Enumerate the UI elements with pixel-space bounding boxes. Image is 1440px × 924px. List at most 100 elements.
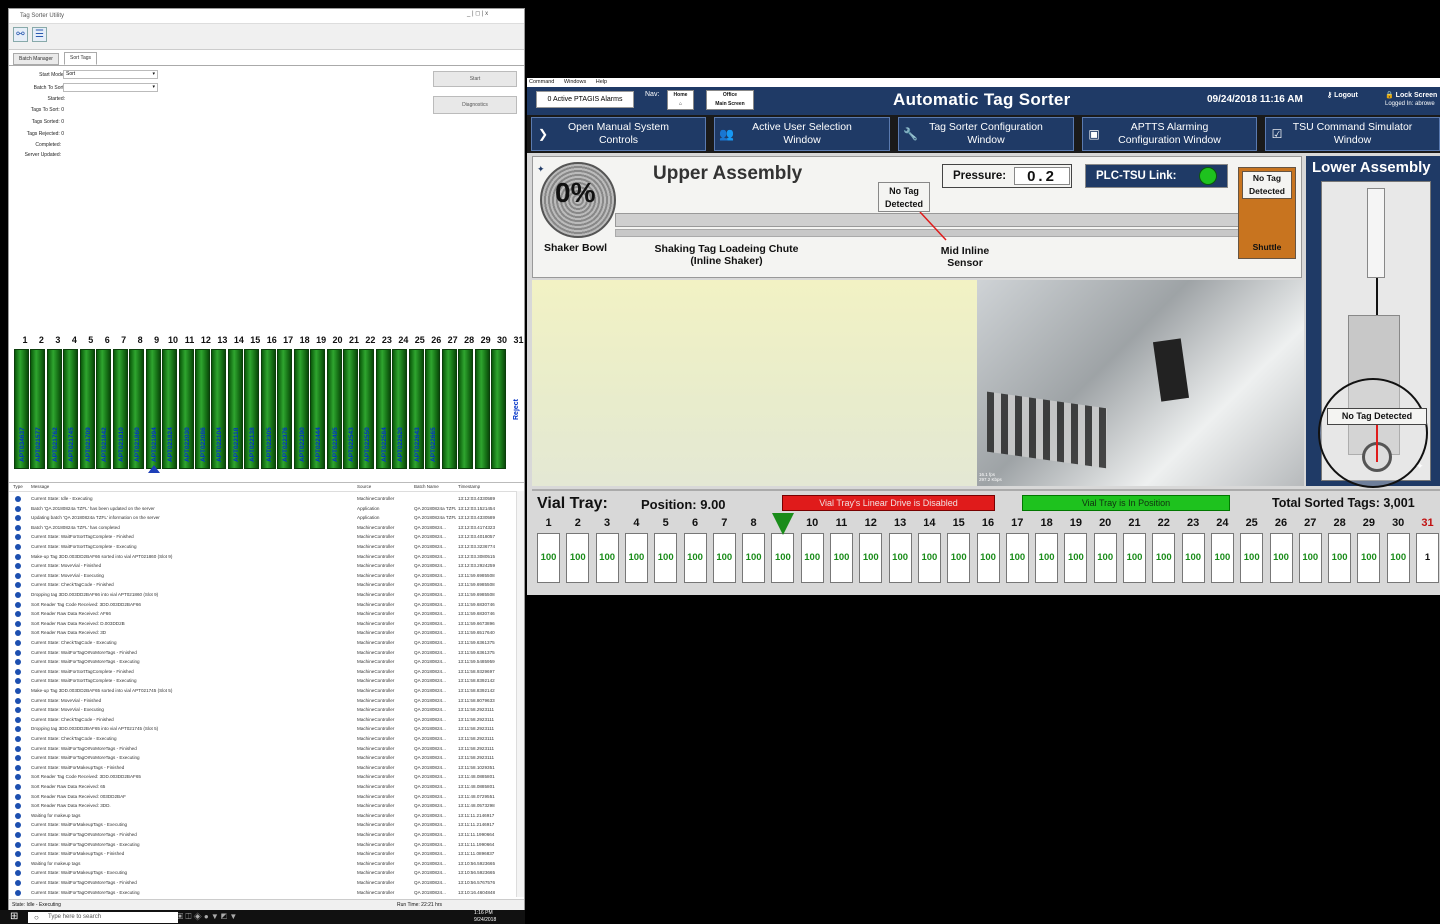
log-row[interactable]: Updating batch 'QA 20180824a TZFL' infor… (9, 513, 517, 523)
tray-slot-count[interactable]: 100 (624, 533, 648, 583)
tray-slot-count[interactable]: 100 (1035, 533, 1059, 583)
start-mode-select[interactable]: Sort ▾ (63, 70, 158, 79)
vial-tube[interactable]: APT022118 (227, 349, 243, 469)
tray-slot-count[interactable]: 100 (712, 533, 736, 583)
vial-tube[interactable]: APT022543 (343, 349, 358, 469)
menu-windows[interactable]: Windows (564, 79, 586, 85)
tray-slot-count[interactable]: 100 (742, 533, 766, 583)
vial-tube[interactable] (474, 349, 490, 469)
log-row[interactable]: Waiting for makeup tags MachineController… (9, 811, 517, 821)
col-type[interactable]: Type (13, 483, 23, 491)
vial-tube[interactable]: APT021842 (96, 349, 112, 469)
window-controls[interactable]: _ | ◻ | x (467, 10, 488, 17)
tray-slot-count[interactable]: 1 (1416, 533, 1439, 583)
tray-slot-count[interactable]: 100 (566, 533, 590, 583)
log-row[interactable]: Current State: WaitForSortTagComplete - … (9, 532, 517, 542)
log-row[interactable]: Batch 'QA 20180824a TZFL' has completed M… (9, 523, 517, 533)
tray-slot-count[interactable]: 100 (1181, 533, 1205, 583)
active-alarms-button[interactable]: 0 Active PTAGIS Alarms (536, 91, 634, 108)
log-row[interactable]: Current State: WaitForTagOrNoMoreTags - … (9, 878, 517, 888)
log-row[interactable]: Dropping tag 3DD.003DD2BAF66 into vial A… (9, 590, 517, 600)
vial-tube[interactable]: APT021709 (79, 349, 95, 469)
tray-slot-count[interactable]: 100 (1328, 533, 1352, 583)
vial-tube[interactable]: APT022104 (211, 349, 227, 469)
connect-icon[interactable]: ⚯ (13, 27, 28, 42)
open-manual-controls-button[interactable]: ❯ Open Manual System Controls (531, 117, 706, 151)
tab-sort-tags[interactable]: Sort Tags (64, 52, 98, 65)
taskbar-search[interactable]: ○ Type here to search (28, 912, 178, 923)
vial-tube[interactable]: APT022665 (425, 349, 441, 469)
log-row[interactable]: Current State: CheckTagCode - Finished Ma… (9, 715, 517, 725)
log-scrollbar[interactable] (516, 491, 524, 897)
tray-slot-count[interactable]: 100 (888, 533, 912, 583)
camera-feed[interactable]: 16.1 fps 297.2 Kbps (977, 280, 1304, 486)
log-row[interactable]: Batch 'QA 20180824a TZFL' has been updat… (9, 504, 517, 514)
tray-slot-count[interactable]: 100 (1210, 533, 1234, 583)
tray-slot-count[interactable]: 100 (800, 533, 824, 583)
log-row[interactable]: Current State: MoveVial - Executing Machi… (9, 571, 517, 581)
log-row[interactable]: Current State: MoveVial - Executing Machi… (9, 705, 517, 715)
log-row[interactable]: Sort Reader Raw Data Received: 65 Machine… (9, 782, 517, 792)
tab-batch-manager[interactable]: Batch Manager (13, 53, 59, 65)
vial-tube[interactable]: APT022390 (293, 349, 309, 469)
log-row[interactable]: Current State: MoveVial - Finished Machin… (9, 696, 517, 706)
log-row[interactable]: Current State: WaitForMakeupTags - Execu… (9, 820, 517, 830)
log-row[interactable]: Sort Reader Raw Data Received: D.003DD2B… (9, 619, 517, 629)
log-row[interactable]: Make-up Tag 3DD.003DD2BAF66 sorted into … (9, 552, 517, 562)
log-row[interactable]: Current State: CheckTagCode - Executing M… (9, 638, 517, 648)
vial-tube[interactable]: APT022444 (310, 349, 326, 469)
col-timestamp[interactable]: Timestamp (458, 483, 480, 491)
vial-tube[interactable]: APT022495 (326, 349, 342, 469)
tray-slot-count[interactable]: 100 (1298, 533, 1322, 583)
lock-screen-button[interactable]: 🔒 Lock Screen (1385, 91, 1437, 99)
tray-slot-count[interactable]: 100 (595, 533, 619, 583)
message-log[interactable]: Type Message Source Batch Name Timestamp… (9, 482, 524, 897)
vial-tube[interactable]: APT022376 (277, 349, 293, 469)
tray-slot-count[interactable]: 100 (1269, 533, 1293, 583)
vial-tube[interactable]: APT022584 (375, 349, 391, 469)
tray-slot-count[interactable]: 100 (1386, 533, 1410, 583)
list-icon[interactable]: ☰ (32, 27, 47, 42)
log-row[interactable]: Sort Reader Raw Data Received: 3DD. Machi… (9, 801, 517, 811)
log-row[interactable]: Current State: WaitForMakeupTags - Finis… (9, 849, 517, 859)
tray-slot-count[interactable]: 100 (947, 533, 971, 583)
tray-slot-count[interactable]: 100 (1240, 533, 1264, 583)
tray-slot-count[interactable]: 100 (917, 533, 941, 583)
log-row[interactable]: Current State: WaitForTagOrNoMoreTags - … (9, 888, 517, 897)
taskbar-clock[interactable]: 1:16 PM 9/24/2018 (474, 910, 496, 924)
log-row[interactable]: Current State: WaitForSortTagComplete - … (9, 667, 517, 677)
tag-sorter-config-button[interactable]: 🔧 Tag Sorter Configuration Window (898, 117, 1074, 151)
vial-tube[interactable] (491, 349, 507, 469)
log-row[interactable]: Current State: WaitForTagOrNoMoreTags - … (9, 753, 517, 763)
log-row[interactable]: Current State: WaitForTagOrNoMoreTags - … (9, 648, 517, 658)
nav-office-main-button[interactable]: Office Main Screen (706, 90, 754, 110)
tsu-command-simulator-button[interactable]: ☑ TSU Command Simulator Window (1265, 117, 1440, 151)
vial-tube[interactable]: APT022086 (194, 349, 210, 469)
nav-home-button[interactable]: Home ⌂ (667, 90, 694, 110)
log-row[interactable]: Current State: CheckTagCode - Executing M… (9, 734, 517, 744)
vial-tube[interactable]: APT021860 (129, 349, 145, 469)
log-row[interactable]: Sort Reader Raw Data Received: 003DD2BAF… (9, 792, 517, 802)
vial-tube[interactable] (458, 349, 474, 469)
vial-tube[interactable]: APT021994 (145, 349, 161, 469)
vial-tube[interactable]: APT021577 (30, 349, 46, 469)
tray-slot-count[interactable]: 100 (1093, 533, 1117, 583)
log-row[interactable]: Current State: WaitForTagOrNoMoreTags - … (9, 840, 517, 850)
tray-slot-count[interactable]: 100 (1123, 533, 1146, 583)
vial-tube[interactable]: APT022620 (392, 349, 408, 469)
vial-tube[interactable]: APT021810 (112, 349, 128, 469)
col-message[interactable]: Message (31, 483, 49, 491)
log-row[interactable]: Current State: WaitForMakeupTags - Finis… (9, 763, 517, 773)
log-row[interactable]: Dropping tag 3DD.003DD2BAF65 into vial A… (9, 724, 517, 734)
logout-button[interactable]: ⚷ Logout (1327, 91, 1358, 99)
vial-tube[interactable]: APT022305 (260, 349, 276, 469)
tray-slot-count[interactable]: 100 (976, 533, 1000, 583)
menu-command[interactable]: Command (529, 79, 554, 85)
aptts-alarming-config-button[interactable]: ▣ APTTS Alarming Configuration Window (1082, 117, 1257, 151)
diagnostics-button[interactable]: Diagnostics (433, 96, 517, 114)
log-row[interactable]: Make-up Tag 3DD.003DD2BAF65 sorted into … (9, 686, 517, 696)
vial-tube[interactable]: APT022550 (359, 349, 375, 469)
taskbar-apps-icon[interactable]: ⎕ ▣ ◫ ◈ ● ▼ ◩ ▼ (170, 912, 237, 922)
start-button[interactable]: Start (433, 71, 517, 87)
tray-slot-count[interactable]: 100 (537, 533, 560, 583)
